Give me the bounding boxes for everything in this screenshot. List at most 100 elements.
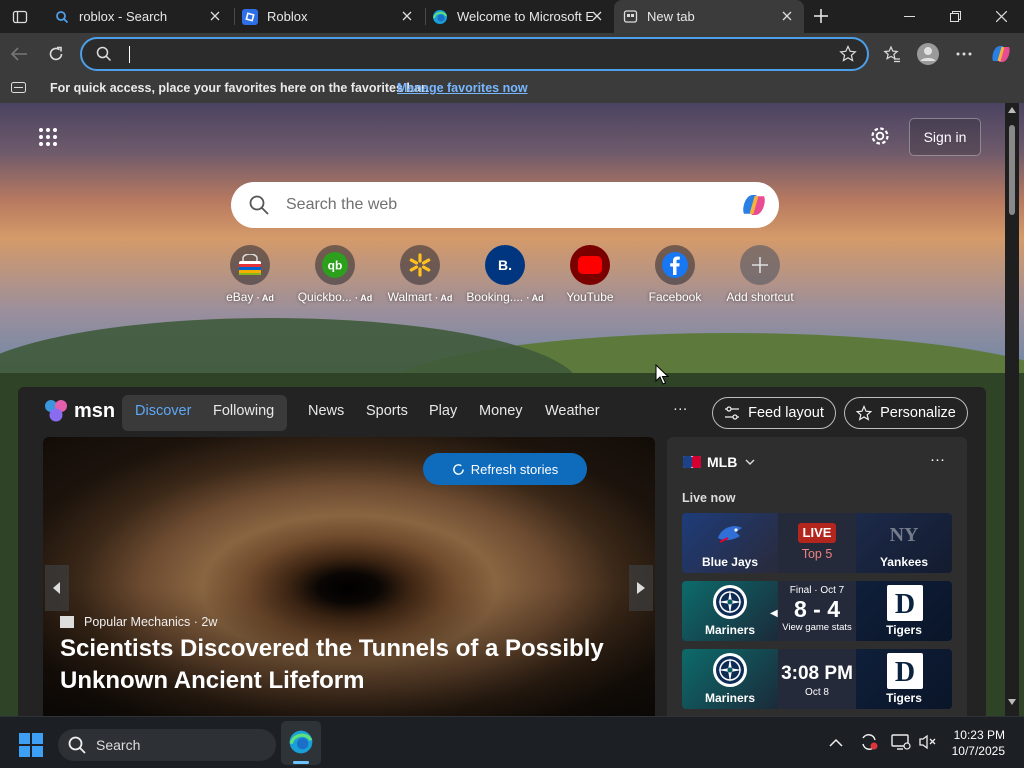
- team-name: Mariners: [704, 623, 756, 637]
- score-text: 8 - 4: [793, 596, 841, 622]
- ad-badge: · Ad: [355, 293, 373, 303]
- tab-actions-icon[interactable]: [6, 6, 34, 28]
- nav-sports[interactable]: Sports: [366, 403, 408, 419]
- copilot-icon[interactable]: [986, 39, 1016, 69]
- game-card[interactable]: Mariners Final · Oct 7 ◀ 8 - 4 View game …: [682, 581, 952, 641]
- story-source[interactable]: Popular Mechanics · 2w: [60, 615, 217, 629]
- taskbar-search[interactable]: Search: [58, 729, 276, 761]
- ad-badge: · Ad: [256, 293, 274, 303]
- shortcut-walmart[interactable]: Walmart · Ad: [375, 245, 465, 304]
- restore-button[interactable]: [932, 0, 978, 33]
- game-card[interactable]: Mariners 3:08 PM Oct 8 D Tigers: [682, 649, 952, 709]
- volume-muted-icon[interactable]: [918, 733, 936, 751]
- close-tab-icon[interactable]: [400, 9, 414, 23]
- view-game-stats-link[interactable]: View game stats: [768, 622, 866, 633]
- address-bar[interactable]: [80, 37, 869, 71]
- search-icon: [249, 195, 269, 215]
- manage-favorites-link[interactable]: Manage favorites now: [397, 81, 528, 95]
- add-shortcut-button[interactable]: Add shortcut: [715, 245, 805, 304]
- sign-in-button[interactable]: Sign in: [909, 118, 981, 156]
- feed-layout-label: Feed layout: [748, 405, 824, 421]
- windows-start-icon[interactable]: [19, 733, 43, 757]
- close-window-button[interactable]: [978, 0, 1024, 33]
- shortcut-facebook[interactable]: Facebook: [630, 245, 720, 304]
- chevron-up-icon[interactable]: [829, 738, 843, 747]
- shortcut-ebay[interactable]: eBay · Ad: [205, 245, 295, 304]
- refresh-stories-button[interactable]: Refresh stories: [423, 453, 587, 485]
- blue-jays-logo-icon: [713, 517, 747, 551]
- story-headline[interactable]: Scientists Discovered the Tunnels of a P…: [60, 633, 620, 697]
- game-status: Final · Oct 7 ◀ 8 - 4 View game stats: [768, 581, 866, 633]
- carousel-next-button[interactable]: [629, 565, 653, 611]
- tab-new-tab[interactable]: New tab: [614, 0, 804, 33]
- nav-more-button[interactable]: ···: [673, 401, 688, 417]
- team-name: Yankees: [879, 555, 929, 569]
- svg-text:D: D: [895, 657, 915, 686]
- carousel-prev-button[interactable]: [45, 565, 69, 611]
- ebay-icon: [230, 245, 270, 285]
- page-scrollbar[interactable]: [1005, 103, 1019, 716]
- clock-time: 10:23 PM: [953, 728, 1005, 742]
- new-tab-button[interactable]: [808, 4, 834, 28]
- tigers-logo-icon: D: [887, 585, 923, 621]
- scroll-up-icon[interactable]: [1008, 107, 1016, 113]
- shortcut-quickbooks[interactable]: qb Quickbo... · Ad: [290, 245, 380, 304]
- nav-news[interactable]: News: [308, 403, 344, 419]
- tab-following[interactable]: Following: [213, 403, 274, 419]
- game-time: 3:08 PM: [781, 663, 853, 684]
- taskbar-edge-button[interactable]: [281, 721, 321, 765]
- personalize-button[interactable]: Personalize: [844, 397, 968, 429]
- hero-story-card[interactable]: Refresh stories Popular Mechanics · 2w S…: [43, 437, 655, 716]
- favorite-star-icon[interactable]: [839, 45, 857, 63]
- nav-play[interactable]: Play: [429, 403, 457, 419]
- mariners-logo-icon: [713, 585, 747, 619]
- tab-welcome-edge[interactable]: Welcome to Microsoft E: [424, 0, 614, 33]
- league-selector[interactable]: MLB: [683, 454, 755, 470]
- shortcut-label: eBay: [226, 290, 254, 304]
- mouse-cursor-icon: [655, 364, 669, 385]
- msn-logo[interactable]: msn: [44, 399, 115, 423]
- tigers-logo-icon: D: [887, 653, 923, 689]
- inning: Top 5: [801, 547, 833, 561]
- scrollbar-thumb[interactable]: [1009, 125, 1015, 215]
- profile-avatar[interactable]: [913, 39, 943, 69]
- copilot-icon[interactable]: [739, 191, 769, 219]
- tab-roblox[interactable]: Roblox: [234, 0, 424, 33]
- web-search-box[interactable]: Search the web: [231, 182, 779, 228]
- favorites-button[interactable]: [877, 39, 907, 69]
- nav-money[interactable]: Money: [479, 403, 523, 419]
- tab-discover[interactable]: Discover: [135, 403, 191, 419]
- back-button[interactable]: [4, 39, 34, 69]
- shortcut-booking[interactable]: B. Booking.... · Ad: [460, 245, 550, 304]
- tab-roblox-search[interactable]: roblox - Search: [46, 0, 232, 33]
- settings-more-button[interactable]: [949, 39, 979, 69]
- team-name: Blue Jays: [701, 555, 759, 569]
- personalize-label: Personalize: [880, 405, 956, 421]
- close-tab-icon[interactable]: [780, 9, 794, 23]
- sports-more-button[interactable]: ···: [930, 451, 945, 468]
- game-final-date: Final · Oct 7: [789, 585, 845, 596]
- sync-icon[interactable]: [859, 733, 879, 751]
- game-card[interactable]: Blue Jays LIVE Top 5 NY Yankees: [682, 513, 952, 573]
- scroll-down-icon[interactable]: [1008, 699, 1016, 705]
- page-settings-gear-icon[interactable]: [868, 124, 892, 148]
- close-tab-icon[interactable]: [590, 9, 604, 23]
- final-score: ◀ 8 - 4: [768, 596, 866, 622]
- taskbar-clock[interactable]: 10:23 PM 10/7/2025: [940, 727, 1005, 759]
- shortcut-label: Facebook: [648, 290, 702, 304]
- nav-weather[interactable]: Weather: [545, 403, 600, 419]
- shortcut-label: Walmart: [387, 290, 432, 304]
- close-tab-icon[interactable]: [208, 9, 222, 23]
- network-icon[interactable]: [891, 733, 911, 751]
- app-launcher-icon[interactable]: [38, 127, 58, 147]
- shortcut-youtube[interactable]: YouTube: [545, 245, 635, 304]
- game-status: LIVE Top 5: [768, 513, 866, 561]
- story-age: · 2w: [193, 615, 218, 629]
- feed-layout-button[interactable]: Feed layout: [712, 397, 836, 429]
- minimize-button[interactable]: [886, 0, 932, 33]
- refresh-button[interactable]: [41, 39, 71, 69]
- publisher-name: Popular Mechanics: [84, 615, 191, 629]
- shortcut-label: Booking....: [466, 290, 524, 304]
- yankees-logo-icon: NY: [887, 517, 921, 551]
- search-icon: [54, 9, 70, 25]
